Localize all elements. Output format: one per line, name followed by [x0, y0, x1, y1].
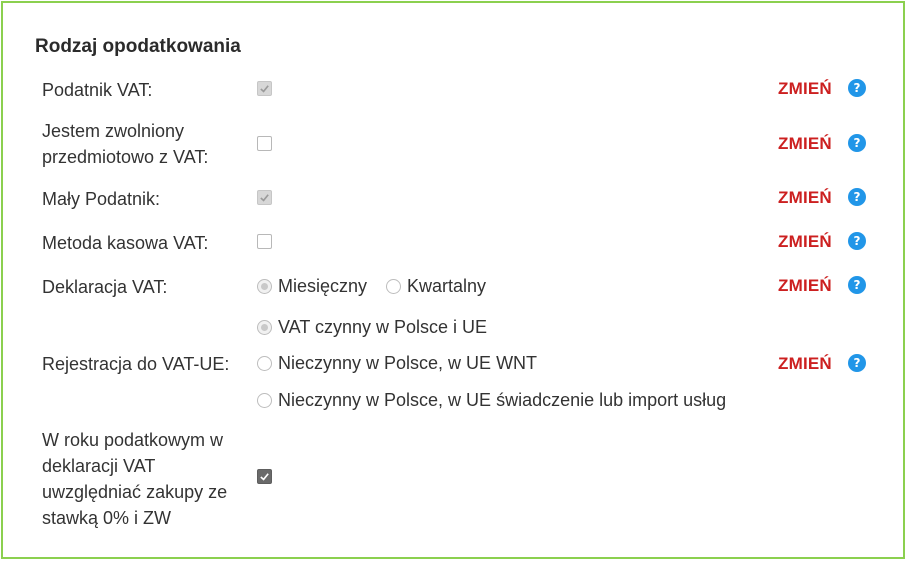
help-icon[interactable]: ?: [848, 354, 866, 372]
cash-method-label: Metoda kasowa VAT:: [42, 233, 209, 253]
radio-button[interactable]: [257, 393, 272, 408]
help-icon[interactable]: ?: [848, 276, 866, 294]
checkmark-icon: [260, 194, 269, 202]
small-taxpayer-label: Mały Podatnik:: [42, 189, 161, 209]
change-vat-payer-button[interactable]: ZMIEŃ: [778, 79, 832, 99]
radio-inactive-wnt[interactable]: Nieczynny w Polsce, w UE WNT: [257, 353, 537, 374]
radio-monthly-label: Miesięczny: [278, 276, 368, 296]
vat-exempt-label: Jestem zwolniony przedmiotowo z VAT:: [42, 118, 208, 170]
change-cash-method-button[interactable]: ZMIEŃ: [778, 232, 832, 252]
registration-label: Rejestracja do VAT-UE:: [42, 354, 230, 374]
purchases-label-line4: stawką 0% i ZW: [42, 508, 172, 528]
radio-inactive-services[interactable]: Nieczynny w Polsce, w UE świadczenie lub…: [257, 390, 726, 411]
radio-vat-active-pl-eu-label: VAT czynny w Polsce i UE: [278, 317, 488, 337]
change-small-taxpayer-button[interactable]: ZMIEŃ: [778, 188, 832, 208]
vat-exempt-checkbox[interactable]: [257, 136, 272, 151]
purchases-label-line3: uwzględniać zakupy ze: [42, 482, 228, 502]
vat-exempt-label-line1: Jestem zwolniony: [42, 121, 185, 141]
radio-vat-active-pl-eu[interactable]: VAT czynny w Polsce i UE: [257, 317, 487, 338]
vat-payer-checkbox[interactable]: [257, 81, 272, 96]
purchases-label: W roku podatkowym w deklaracji VAT uwzgl…: [42, 427, 227, 531]
purchases-checkbox[interactable]: [257, 469, 272, 484]
radio-inactive-services-label: Nieczynny w Polsce, w UE świadczenie lub…: [278, 390, 727, 410]
declaration-label: Deklaracja VAT:: [42, 277, 168, 297]
section-title: Rodzaj opodatkowania: [35, 36, 241, 57]
purchases-label-line2: deklaracji VAT: [42, 456, 156, 476]
small-taxpayer-checkbox[interactable]: [257, 190, 272, 205]
radio-inactive-wnt-label: Nieczynny w Polsce, w UE WNT: [278, 353, 538, 373]
help-icon[interactable]: ?: [848, 79, 866, 97]
vat-exempt-label-line2: przedmiotowo z VAT:: [42, 147, 209, 167]
change-registration-button[interactable]: ZMIEŃ: [778, 354, 832, 374]
vat-payer-label: Podatnik VAT:: [42, 80, 153, 100]
purchases-label-line1: W roku podatkowym w: [42, 430, 224, 450]
radio-button[interactable]: [257, 279, 272, 294]
radio-button[interactable]: [257, 320, 272, 335]
checkmark-icon: [260, 473, 269, 481]
radio-quarterly[interactable]: Kwartalny: [386, 276, 486, 297]
radio-quarterly-label: Kwartalny: [407, 276, 487, 296]
help-icon[interactable]: ?: [848, 188, 866, 206]
radio-button[interactable]: [386, 279, 401, 294]
change-declaration-button[interactable]: ZMIEŃ: [778, 276, 832, 296]
help-icon[interactable]: ?: [848, 232, 866, 250]
checkmark-icon: [260, 85, 269, 93]
help-icon[interactable]: ?: [848, 134, 866, 152]
radio-monthly[interactable]: Miesięczny: [257, 276, 367, 297]
tax-settings-panel: Rodzaj opodatkowania Podatnik VAT: ZMIEŃ…: [1, 1, 905, 559]
radio-button[interactable]: [257, 356, 272, 371]
change-vat-exempt-button[interactable]: ZMIEŃ: [778, 134, 832, 154]
cash-method-checkbox[interactable]: [257, 234, 272, 249]
